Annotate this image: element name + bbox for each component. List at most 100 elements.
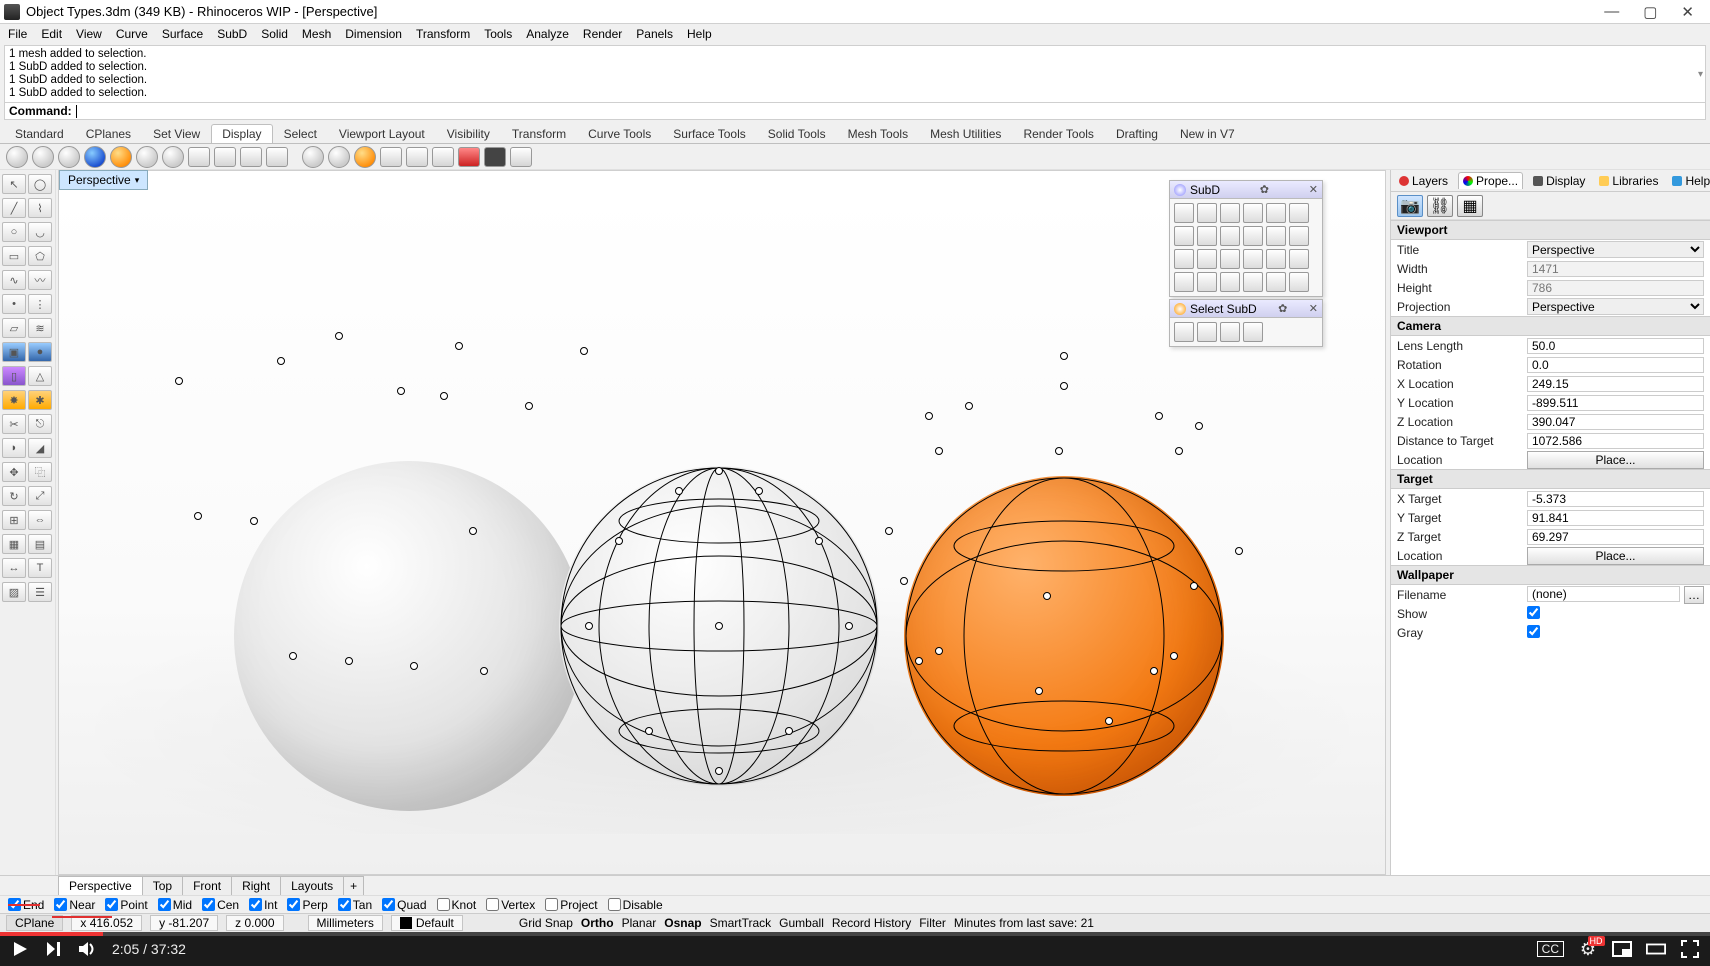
control-point[interactable] — [715, 622, 723, 630]
vptab-add[interactable]: + — [343, 876, 364, 895]
rotation-field[interactable] — [1527, 357, 1704, 373]
osnap-knot[interactable]: Knot — [437, 898, 477, 912]
command-line[interactable]: Command: — [4, 103, 1706, 120]
array-icon[interactable]: ⊞ — [2, 510, 26, 530]
select-subd-panel[interactable]: Select SubD ✿ ✕ — [1169, 299, 1323, 347]
vptab-top[interactable]: Top — [142, 876, 183, 895]
control-point[interactable] — [345, 657, 353, 665]
panel-close-icon[interactable]: ✕ — [1309, 302, 1318, 315]
status-planar[interactable]: Planar — [622, 916, 657, 930]
shade-ghosted-icon[interactable] — [84, 146, 106, 168]
gray-checkbox[interactable] — [1527, 625, 1540, 638]
mirror-icon[interactable]: ⇔ — [28, 510, 52, 530]
place-camera-button[interactable]: Place... — [1527, 451, 1704, 469]
menu-surface[interactable]: Surface — [162, 27, 203, 41]
subd-tool-icon[interactable] — [1243, 272, 1263, 292]
volume-button[interactable] — [78, 939, 98, 959]
maximize-button[interactable]: ▢ — [1643, 3, 1657, 21]
panel-tab-properties[interactable]: Prope... — [1458, 172, 1523, 189]
control-point[interactable] — [1105, 717, 1113, 725]
scale-icon[interactable]: ⤢ — [28, 486, 52, 506]
control-point[interactable] — [410, 662, 418, 670]
subd-tool-icon[interactable] — [1197, 249, 1217, 269]
tab-surfacetools[interactable]: Surface Tools — [662, 124, 757, 143]
browse-button[interactable]: … — [1684, 586, 1704, 604]
prop-material-icon[interactable]: ⛓ — [1427, 195, 1453, 217]
render-preview-icon[interactable] — [302, 146, 324, 168]
menu-panels[interactable]: Panels — [636, 27, 673, 41]
subd-tool-icon[interactable] — [1220, 272, 1240, 292]
ungroup-icon[interactable]: ▤ — [28, 534, 52, 554]
status-gumball[interactable]: Gumball — [779, 916, 824, 930]
panel-tab-layers[interactable]: Layers — [1395, 173, 1452, 189]
render-wire-icon[interactable] — [432, 147, 454, 167]
control-point[interactable] — [1035, 687, 1043, 695]
viewport-title-tab[interactable]: Perspective ▾ — [59, 170, 148, 190]
viewport[interactable]: Perspective ▾ — [58, 170, 1386, 875]
tab-drafting[interactable]: Drafting — [1105, 124, 1169, 143]
layer-icon[interactable]: ☰ — [28, 582, 52, 602]
render-aa-icon[interactable] — [406, 147, 428, 167]
rotate-icon[interactable]: ↻ — [2, 486, 26, 506]
next-button[interactable] — [44, 939, 64, 959]
distance-field[interactable] — [1527, 433, 1704, 449]
theater-button[interactable] — [1646, 939, 1666, 959]
arc-icon[interactable]: ◡ — [28, 222, 52, 242]
osnap-project[interactable]: Project — [545, 898, 597, 912]
panel-tab-libraries[interactable]: Libraries — [1595, 173, 1662, 189]
control-point[interactable] — [480, 667, 488, 675]
curve-icon[interactable]: ∿ — [2, 270, 26, 290]
subd-tool-icon[interactable] — [1174, 272, 1194, 292]
subd-tool-icon[interactable] — [1197, 272, 1217, 292]
subd-tool-icon[interactable] — [1243, 203, 1263, 223]
control-point[interactable] — [675, 487, 683, 495]
control-point[interactable] — [845, 622, 853, 630]
control-point[interactable] — [915, 657, 923, 665]
dim-icon[interactable]: ↔ — [2, 558, 26, 578]
menu-help[interactable]: Help — [687, 27, 712, 41]
subd-panel[interactable]: SubD ✿ ✕ — [1169, 180, 1323, 297]
menu-solid[interactable]: Solid — [261, 27, 288, 41]
circle-icon[interactable]: ○ — [2, 222, 26, 242]
control-point[interactable] — [585, 622, 593, 630]
video-progress[interactable] — [0, 932, 1710, 936]
control-point[interactable] — [925, 412, 933, 420]
copy-icon[interactable]: ⿻ — [28, 462, 52, 482]
menu-analyze[interactable]: Analyze — [526, 27, 569, 41]
place-target-button[interactable]: Place... — [1527, 547, 1704, 565]
control-point[interactable] — [277, 357, 285, 365]
lasso-icon[interactable]: ◯ — [28, 174, 52, 194]
chamfer-icon[interactable]: ◢ — [28, 438, 52, 458]
flatshade-icon[interactable] — [214, 147, 236, 167]
control-point[interactable] — [1055, 447, 1063, 455]
title-select[interactable]: Perspective — [1527, 241, 1704, 258]
cc-button[interactable]: CC — [1537, 941, 1564, 957]
text-icon[interactable]: T — [28, 558, 52, 578]
polyline-icon[interactable]: ⌇ — [28, 198, 52, 218]
subd-tool-icon[interactable] — [1289, 226, 1309, 246]
miniplayer-button[interactable] — [1612, 939, 1632, 959]
tab-cplanes[interactable]: CPlanes — [75, 124, 142, 143]
render-shaded-icon[interactable] — [328, 146, 350, 168]
ztarget-field[interactable] — [1527, 529, 1704, 545]
tab-display[interactable]: Display — [211, 124, 272, 143]
move-icon[interactable]: ✥ — [2, 462, 26, 482]
control-point[interactable] — [455, 342, 463, 350]
control-point[interactable] — [1170, 652, 1178, 660]
osnap-cen[interactable]: Cen — [202, 898, 239, 912]
group-icon[interactable]: ▦ — [2, 534, 26, 554]
vptab-layouts[interactable]: Layouts — [280, 876, 344, 895]
tab-select[interactable]: Select — [273, 124, 328, 143]
subd-tool-icon[interactable] — [1266, 226, 1286, 246]
subd-tool-icon[interactable] — [1197, 226, 1217, 246]
polygon-icon[interactable]: ⬠ — [28, 246, 52, 266]
control-point[interactable] — [469, 527, 477, 535]
control-point[interactable] — [1155, 412, 1163, 420]
selsubd-tool-icon[interactable] — [1220, 322, 1240, 342]
control-point[interactable] — [815, 537, 823, 545]
menu-render[interactable]: Render — [583, 27, 622, 41]
tab-setview[interactable]: Set View — [142, 124, 211, 143]
shade-rendered-icon[interactable] — [58, 146, 80, 168]
menu-curve[interactable]: Curve — [116, 27, 148, 41]
hatch-icon[interactable]: ▨ — [2, 582, 26, 602]
